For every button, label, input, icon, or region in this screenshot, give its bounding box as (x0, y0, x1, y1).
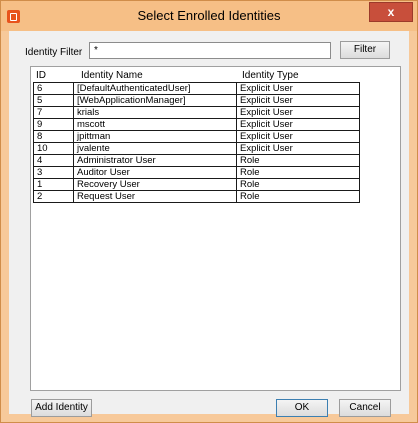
table-row[interactable]: 7 krials Explicit User (34, 107, 360, 119)
cell-identity-name: Request User (74, 191, 237, 203)
title-bar[interactable]: Select Enrolled Identities x (1, 1, 417, 31)
cell-identity-name: [WebApplicationManager] (74, 95, 237, 107)
dialog-title: Select Enrolled Identities (137, 8, 281, 23)
close-button[interactable]: x (369, 2, 413, 22)
column-header-identity-name[interactable]: Identity Name (81, 70, 143, 81)
table-row[interactable]: 1 Recovery User Role (34, 179, 360, 191)
cell-id: 10 (34, 143, 74, 155)
identity-filter-label: Identity Filter (25, 47, 83, 58)
cell-id: 7 (34, 107, 74, 119)
cell-identity-name: Auditor User (74, 167, 237, 179)
identities-table-panel: ID Identity Name Identity Type 6 [Default… (30, 66, 401, 391)
cell-identity-name: jvalente (74, 143, 237, 155)
cell-identity-name: jpittman (74, 131, 237, 143)
cell-identity-type: Explicit User (237, 83, 360, 95)
cell-identity-name: krials (74, 107, 237, 119)
cell-identity-type: Role (237, 155, 360, 167)
cell-id: 5 (34, 95, 74, 107)
cell-id: 4 (34, 155, 74, 167)
cancel-button[interactable]: Cancel (339, 399, 391, 417)
ok-button[interactable]: OK (276, 399, 328, 417)
table-row[interactable]: 3 Auditor User Role (34, 167, 360, 179)
cell-id: 9 (34, 119, 74, 131)
table-row[interactable]: 2 Request User Role (34, 191, 360, 203)
table-row[interactable]: 9 mscott Explicit User (34, 119, 360, 131)
cell-identity-name: [DefaultAuthenticatedUser] (74, 83, 237, 95)
cell-identity-name: mscott (74, 119, 237, 131)
cell-identity-type: Explicit User (237, 107, 360, 119)
cell-identity-type: Explicit User (237, 95, 360, 107)
identities-grid: 6 [DefaultAuthenticatedUser] Explicit User… (33, 82, 360, 203)
table-row[interactable]: 8 jpittman Explicit User (34, 131, 360, 143)
column-header-identity-type[interactable]: Identity Type (242, 70, 299, 81)
cell-id: 1 (34, 179, 74, 191)
column-header-id[interactable]: ID (36, 70, 46, 81)
cell-identity-type: Explicit User (237, 131, 360, 143)
table-row[interactable]: 4 Administrator User Role (34, 155, 360, 167)
cell-identity-name: Recovery User (74, 179, 237, 191)
cell-identity-type: Role (237, 167, 360, 179)
cell-identity-name: Administrator User (74, 155, 237, 167)
table-row[interactable]: 6 [DefaultAuthenticatedUser] Explicit User (34, 83, 360, 95)
cell-identity-type: Role (237, 179, 360, 191)
identity-filter-input[interactable] (89, 42, 331, 59)
table-row[interactable]: 5 [WebApplicationManager] Explicit User (34, 95, 360, 107)
cell-identity-type: Explicit User (237, 119, 360, 131)
cell-id: 8 (34, 131, 74, 143)
cell-identity-type: Explicit User (237, 143, 360, 155)
table-row[interactable]: 10 jvalente Explicit User (34, 143, 360, 155)
cell-id: 6 (34, 83, 74, 95)
cell-id: 2 (34, 191, 74, 203)
filter-button[interactable]: Filter (340, 41, 390, 59)
cell-id: 3 (34, 167, 74, 179)
cell-identity-type: Role (237, 191, 360, 203)
add-identity-button[interactable]: Add Identity (31, 399, 92, 417)
